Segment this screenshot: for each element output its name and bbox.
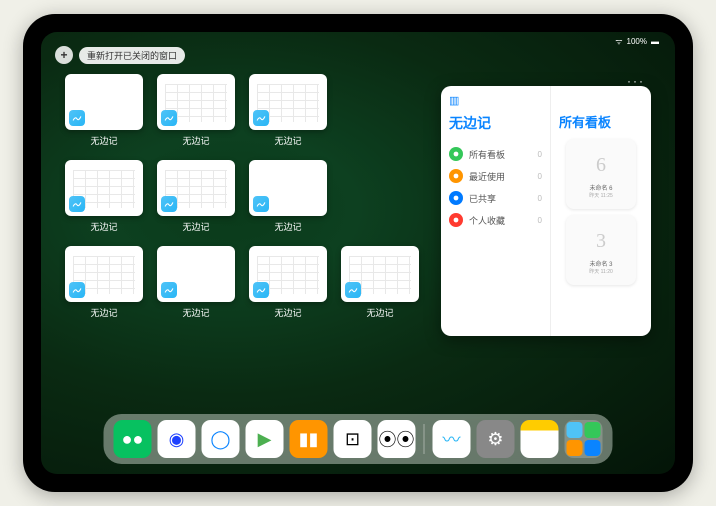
thumbnail-preview[interactable] xyxy=(65,246,143,302)
thumbnail-preview[interactable] xyxy=(65,160,143,216)
dock-separator xyxy=(424,424,425,454)
freeform-app-icon xyxy=(161,196,177,212)
freeform-app-icon xyxy=(161,282,177,298)
heart-icon xyxy=(449,213,463,227)
thumbnail-label: 无边记 xyxy=(182,134,209,147)
board-date: 昨天 11:20 xyxy=(589,268,613,275)
freeform-app-icon xyxy=(69,110,85,126)
window-thumbnail[interactable]: 无边记 xyxy=(157,74,235,150)
clock-icon xyxy=(449,169,463,183)
thumbnail-preview[interactable] xyxy=(157,246,235,302)
freeform-app-icon xyxy=(69,196,85,212)
play-icon[interactable]: ▶ xyxy=(246,420,284,458)
thumbnail-preview[interactable] xyxy=(249,74,327,130)
thumbnail-label: 无边记 xyxy=(366,306,393,319)
sidebar-item-count: 0 xyxy=(538,194,542,203)
window-thumbnail[interactable]: 无边记 xyxy=(249,160,327,236)
sidebar-item[interactable]: 所有看板 0 xyxy=(449,143,542,165)
freeform-app-icon xyxy=(69,282,85,298)
ipad-frame: ᯤ 100% ▬ + 重新打开已关闭的窗口 无边记 无边记 无边记 xyxy=(23,14,693,492)
board-card[interactable]: 3 未命名 3 昨天 11:20 xyxy=(566,215,636,285)
person-icon xyxy=(449,191,463,205)
board-label: 未命名 3 xyxy=(589,259,612,268)
top-controls: + 重新打开已关闭的窗口 xyxy=(55,46,185,64)
window-thumbnail[interactable]: 无边记 xyxy=(249,74,327,150)
board-label: 未命名 6 xyxy=(589,183,612,192)
nodes-icon[interactable]: ⦿⦿ xyxy=(378,420,416,458)
sidebar-item-label: 所有看板 xyxy=(469,148,532,161)
window-thumbnail[interactable]: 无边记 xyxy=(65,160,143,236)
freeform-app-icon xyxy=(345,282,361,298)
chat-icon xyxy=(449,147,463,161)
wifi-icon: ᯤ xyxy=(615,36,622,47)
screen: ᯤ 100% ▬ + 重新打开已关闭的窗口 无边记 无边记 无边记 xyxy=(41,32,675,474)
thumbnail-label: 无边记 xyxy=(182,306,209,319)
sidebar-item-label: 个人收藏 xyxy=(469,214,532,227)
sidebar-item-count: 0 xyxy=(538,150,542,159)
panel-content: 所有看板 6 未命名 6 昨天 11:25 3 未命名 3 昨天 11:20 xyxy=(551,86,651,336)
sidebar-item[interactable]: 最近使用 0 xyxy=(449,165,542,187)
window-thumbnail[interactable]: 无边记 xyxy=(65,74,143,150)
windows-grid: 无边记 无边记 无边记 无边记 无边记 xyxy=(65,74,419,322)
window-thumbnail[interactable]: 无边记 xyxy=(65,246,143,322)
board-preview: 6 xyxy=(585,149,617,181)
freeform-app-icon xyxy=(253,196,269,212)
sidebar-item-label: 已共享 xyxy=(469,192,532,205)
panel-sidebar: ▥ 无边记 所有看板 0 最近使用 0 已共享 0 个人收藏 0 xyxy=(441,86,551,336)
window-thumbnail[interactable]: 无边记 xyxy=(157,246,235,322)
dock: ●●◉◯▶▮▮⊡⦿⦿ 〰⚙ xyxy=(104,414,613,464)
battery-text: 100% xyxy=(627,37,647,46)
thumbnail-preview[interactable] xyxy=(249,160,327,216)
window-thumbnail[interactable]: 无边记 xyxy=(341,246,419,322)
settings-icon[interactable]: ⚙ xyxy=(477,420,515,458)
dice-icon[interactable]: ⊡ xyxy=(334,420,372,458)
sidebar-item[interactable]: 个人收藏 0 xyxy=(449,209,542,231)
thumbnail-preview[interactable] xyxy=(249,246,327,302)
freeform-app-icon xyxy=(253,282,269,298)
sidebar-item[interactable]: 已共享 0 xyxy=(449,187,542,209)
sidebar-item-label: 最近使用 xyxy=(469,170,532,183)
sidebar-item-count: 0 xyxy=(538,216,542,225)
thumbnail-label: 无边记 xyxy=(90,134,117,147)
thumbnail-preview[interactable] xyxy=(341,246,419,302)
panel-title: 无边记 xyxy=(449,113,542,133)
thumbnail-preview[interactable] xyxy=(65,74,143,130)
battery-icon: ▬ xyxy=(651,37,659,46)
thumbnail-label: 无边记 xyxy=(90,306,117,319)
thumbnail-label: 无边记 xyxy=(274,220,301,233)
board-card[interactable]: 6 未命名 6 昨天 11:25 xyxy=(566,139,636,209)
status-bar: ᯤ 100% ▬ xyxy=(615,36,659,47)
freeform-panel: ▥ 无边记 所有看板 0 最近使用 0 已共享 0 个人收藏 0 所有看板 6 … xyxy=(441,86,651,336)
window-thumbnail[interactable]: 无边记 xyxy=(157,160,235,236)
notes-icon[interactable] xyxy=(521,420,559,458)
window-thumbnail[interactable]: 无边记 xyxy=(249,246,327,322)
thumbnail-label: 无边记 xyxy=(274,306,301,319)
browser-hd-icon[interactable]: ◉ xyxy=(158,420,196,458)
reopen-closed-window-button[interactable]: 重新打开已关闭的窗口 xyxy=(79,47,185,64)
freeform-app-icon xyxy=(161,110,177,126)
wechat-icon[interactable]: ●● xyxy=(114,420,152,458)
qq-browser-icon[interactable]: ◯ xyxy=(202,420,240,458)
thumbnail-preview[interactable] xyxy=(157,74,235,130)
freeform-icon[interactable]: 〰 xyxy=(433,420,471,458)
books-icon[interactable]: ▮▮ xyxy=(290,420,328,458)
board-preview: 3 xyxy=(585,225,617,257)
panel-right-title: 所有看板 xyxy=(559,112,643,131)
thumbnail-label: 无边记 xyxy=(90,220,117,233)
app-library-icon[interactable] xyxy=(565,420,603,458)
freeform-app-icon xyxy=(253,110,269,126)
thumbnail-label: 无边记 xyxy=(274,134,301,147)
board-date: 昨天 11:25 xyxy=(589,192,613,199)
thumbnail-label: 无边记 xyxy=(182,220,209,233)
thumbnail-preview[interactable] xyxy=(157,160,235,216)
sidebar-item-count: 0 xyxy=(538,172,542,181)
sidebar-toggle-icon[interactable]: ▥ xyxy=(449,94,542,107)
new-window-button[interactable]: + xyxy=(55,46,73,64)
